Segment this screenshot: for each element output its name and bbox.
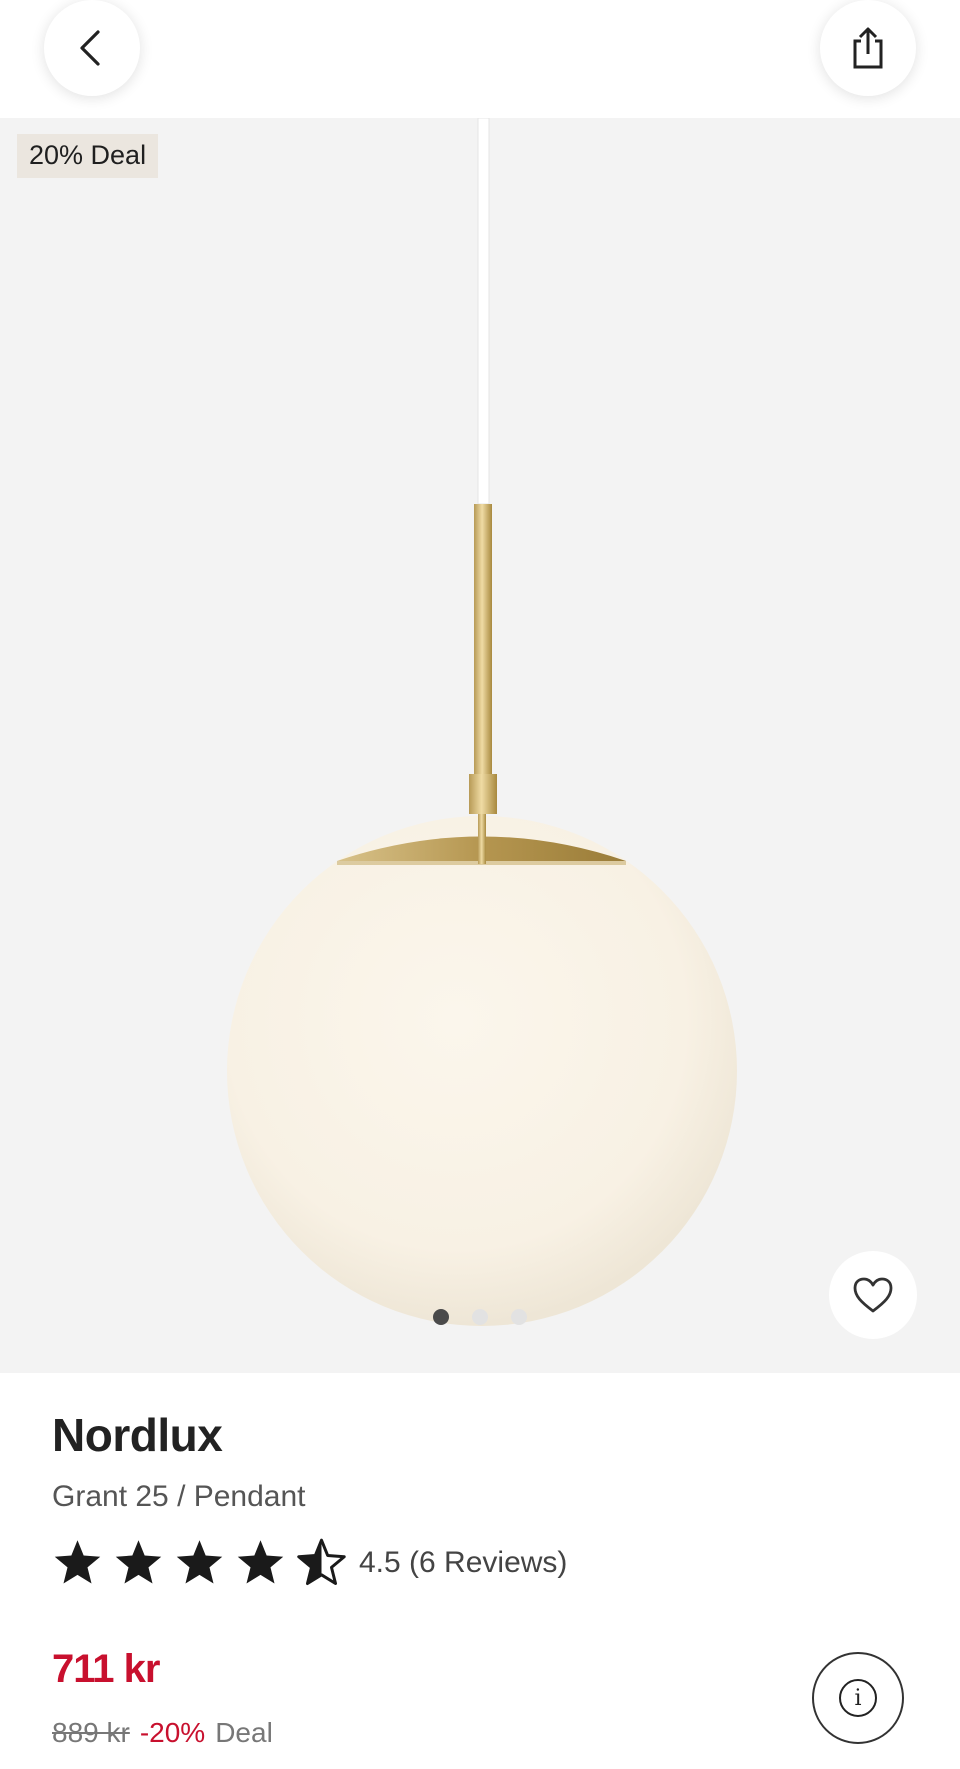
rating-summary[interactable]: 4.5 (6 Reviews) <box>359 1546 567 1580</box>
share-icon <box>853 27 883 69</box>
pagination-dot[interactable] <box>433 1309 449 1325</box>
pendant-lamp-image <box>227 118 737 1326</box>
pagination-dot[interactable] <box>472 1309 488 1325</box>
product-model: Grant 25 / Pendant <box>52 1480 306 1513</box>
chevron-left-icon <box>80 30 100 66</box>
top-bar <box>0 0 960 118</box>
product-rating[interactable]: 4.5 (6 Reviews) <box>52 1538 567 1587</box>
info-icon: i <box>839 1679 877 1717</box>
price-comparison: 889 kr -20% Deal <box>52 1717 273 1749</box>
original-price: 889 kr <box>52 1717 130 1748</box>
share-button[interactable] <box>820 0 916 96</box>
star-half-icon <box>297 1538 346 1586</box>
price-info-button[interactable]: i <box>812 1652 904 1744</box>
star-filled-icon <box>54 1540 101 1584</box>
star-filled-icon <box>115 1540 162 1584</box>
star-filled-icon <box>176 1540 223 1584</box>
product-image-gallery[interactable]: 20% Deal <box>0 118 960 1373</box>
heart-outline-icon <box>853 1277 893 1313</box>
deal-label: Deal <box>215 1717 273 1748</box>
favorite-button[interactable] <box>829 1251 917 1339</box>
back-button[interactable] <box>44 0 140 96</box>
image-pagination-dots[interactable] <box>433 1309 527 1325</box>
rating-stars <box>52 1538 347 1587</box>
current-price: 711 kr <box>52 1647 160 1691</box>
product-brand: Nordlux <box>52 1409 223 1461</box>
pagination-dot[interactable] <box>511 1309 527 1325</box>
discount-percentage: -20% <box>139 1717 206 1748</box>
deal-badge: 20% Deal <box>17 134 159 178</box>
star-filled-icon <box>237 1540 284 1584</box>
